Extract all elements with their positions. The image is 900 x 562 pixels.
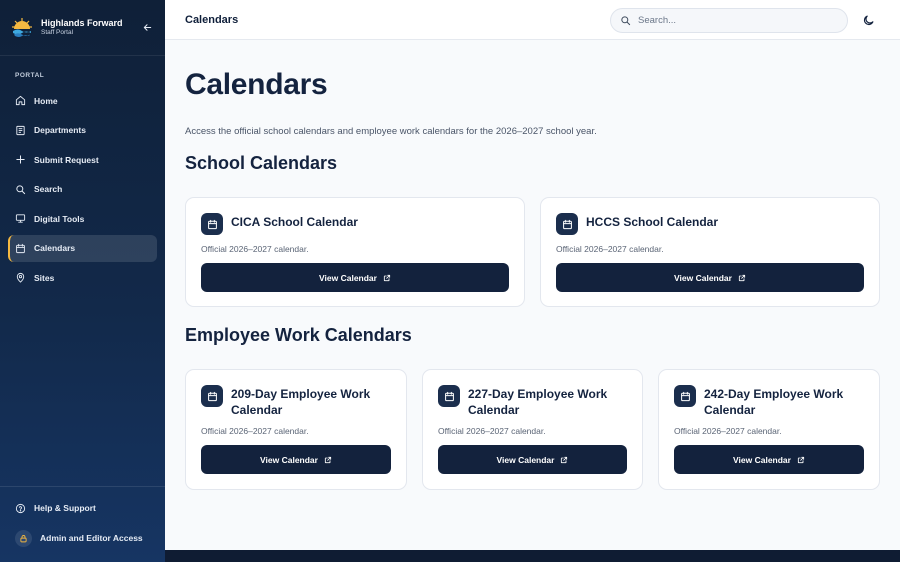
sidebar-item-departments[interactable]: Departments xyxy=(8,117,157,144)
logo-icon xyxy=(10,16,34,39)
sidebar-item-label: Sites xyxy=(34,272,55,283)
button-label: View Calendar xyxy=(260,454,318,465)
sidebar-footer: Help & Support Admin and Editor Access xyxy=(0,486,165,562)
plus-icon xyxy=(16,155,25,164)
card-title: HCCS School Calendar xyxy=(586,215,719,229)
school-calendars-heading: School Calendars xyxy=(185,153,338,173)
sidebar-item-label: Departments xyxy=(34,125,86,135)
calendar-badge xyxy=(438,385,460,407)
lock-icon xyxy=(20,534,27,542)
calendar-card: 227-Day Employee Work Calendar Official … xyxy=(422,369,643,490)
topbar-title: Calendars xyxy=(185,13,239,26)
button-label: View Calendar xyxy=(733,454,791,465)
sidebar-item-label: Home xyxy=(34,95,58,106)
calendar-icon xyxy=(680,391,690,401)
external-link-icon xyxy=(738,274,746,281)
home-icon xyxy=(15,95,26,106)
calendar-badge xyxy=(201,213,223,235)
brand-text: Highlands Forward Staff Portal xyxy=(41,17,139,37)
card-header: CICA School Calendar xyxy=(201,213,509,235)
card-header: 227-Day Employee Work Calendar xyxy=(438,385,627,418)
card-subtitle: Official 2026–2027 calendar. xyxy=(201,244,309,254)
brand-subtitle: Staff Portal xyxy=(41,28,74,36)
sidebar-item-label: Submit Request xyxy=(34,154,99,165)
topbar: Calendars xyxy=(165,0,900,40)
admin-access-label: Admin and Editor Access xyxy=(40,533,143,543)
sidebar-item-calendars[interactable]: Calendars xyxy=(8,234,157,262)
card-title: 209-Day Employee Work Calendar xyxy=(231,387,371,417)
sidebar-item-label: Search xyxy=(34,184,63,194)
calendar-icon xyxy=(16,243,25,253)
sidebar-item-label: Calendars xyxy=(34,243,76,253)
calendar-icon xyxy=(444,391,454,401)
view-calendar-button[interactable]: View Calendar xyxy=(201,445,391,474)
card-subtitle: Official 2026–2027 calendar. xyxy=(556,244,664,254)
map-pin-icon xyxy=(16,272,25,283)
brand-header: Highlands Forward Staff Portal xyxy=(0,0,165,56)
page-title: Calendars xyxy=(185,68,328,101)
page-description: Access the official school calendars and… xyxy=(185,126,597,137)
sidebar: Highlands Forward Staff Portal PORTAL Ho… xyxy=(0,0,165,562)
card-subtitle: Official 2026–2027 calendar. xyxy=(438,426,546,436)
nav-section-label: PORTAL xyxy=(15,72,45,79)
calendar-icon xyxy=(207,391,217,401)
lock-badge xyxy=(15,529,32,547)
help-support-link[interactable]: Help & Support xyxy=(0,497,165,519)
card-header: 209-Day Employee Work Calendar xyxy=(201,385,391,418)
arrow-left-icon xyxy=(143,24,151,31)
external-link-icon xyxy=(324,456,332,463)
button-label: View Calendar xyxy=(674,272,732,283)
button-label: View Calendar xyxy=(319,272,377,283)
help-support-label: Help & Support xyxy=(34,503,96,513)
calendar-badge xyxy=(674,385,696,407)
button-label: View Calendar xyxy=(496,454,555,465)
sidebar-item-search[interactable]: Search xyxy=(8,176,157,203)
external-link-icon xyxy=(797,456,805,463)
calendar-card: CICA School Calendar Official 2026–2027 … xyxy=(185,197,525,307)
card-title: CICA School Calendar xyxy=(231,215,358,229)
calendar-card: 242-Day Employee Work Calendar Official … xyxy=(658,369,880,490)
building-icon xyxy=(16,125,25,135)
search-input[interactable] xyxy=(638,15,818,26)
card-header: HCCS School Calendar xyxy=(556,213,864,235)
view-calendar-button[interactable]: View Calendar xyxy=(201,263,509,292)
view-calendar-button[interactable]: View Calendar xyxy=(438,445,627,474)
calendar-icon xyxy=(562,219,572,229)
help-circle-icon xyxy=(15,503,26,513)
card-title: 242-Day Employee Work Calendar xyxy=(704,387,844,417)
calendar-badge xyxy=(201,385,223,407)
view-calendar-button[interactable]: View Calendar xyxy=(556,263,864,292)
sidebar-nav: Home Departments Submit Request Search D… xyxy=(0,87,165,291)
calendar-icon xyxy=(207,219,217,229)
collapse-sidebar-button[interactable] xyxy=(139,20,155,36)
view-calendar-button[interactable]: View Calendar xyxy=(674,445,864,474)
monitor-icon xyxy=(15,214,26,223)
main-content: Calendars Access the official school cal… xyxy=(165,40,900,550)
calendar-card: 209-Day Employee Work Calendar Official … xyxy=(185,369,407,490)
moon-icon[interactable] xyxy=(862,14,875,27)
card-title: 227-Day Employee Work Calendar xyxy=(468,387,608,417)
sidebar-item-submit-request[interactable]: Submit Request xyxy=(8,146,157,173)
admin-access-link[interactable]: Admin and Editor Access xyxy=(0,527,165,549)
card-subtitle: Official 2026–2027 calendar. xyxy=(674,426,782,436)
search-box[interactable] xyxy=(610,8,848,33)
card-subtitle: Official 2026–2027 calendar. xyxy=(201,426,309,436)
employee-calendars-heading: Employee Work Calendars xyxy=(185,325,412,345)
sidebar-item-home[interactable]: Home xyxy=(8,87,157,114)
search-icon xyxy=(621,16,631,26)
card-header: 242-Day Employee Work Calendar xyxy=(674,385,864,418)
external-link-icon xyxy=(561,456,568,463)
sidebar-item-digital-tools[interactable]: Digital Tools xyxy=(8,205,157,232)
external-link-icon xyxy=(383,274,391,281)
calendar-card: HCCS School Calendar Official 2026–2027 … xyxy=(540,197,880,307)
search-icon xyxy=(16,184,26,194)
sidebar-item-label: Digital Tools xyxy=(34,213,85,224)
calendar-badge xyxy=(556,213,578,235)
brand-title: Highlands Forward xyxy=(41,17,123,28)
sidebar-item-sites[interactable]: Sites xyxy=(8,264,157,291)
footer-bar xyxy=(165,550,900,562)
